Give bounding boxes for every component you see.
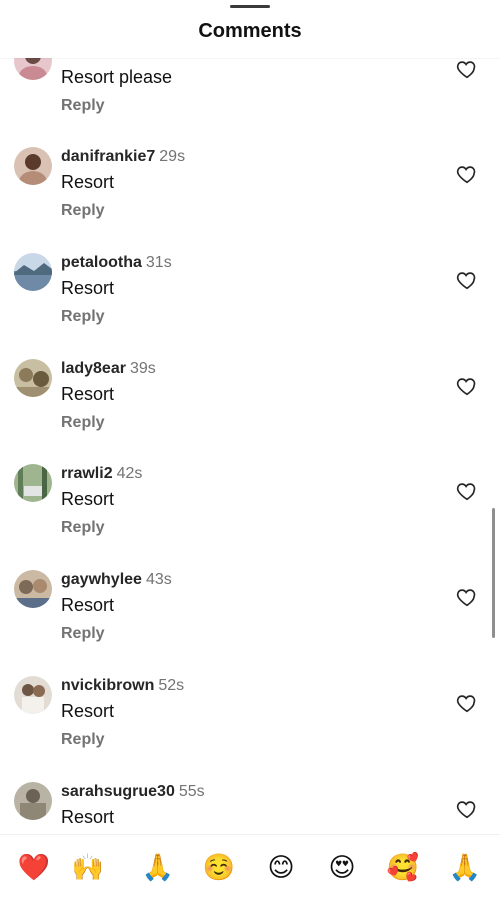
- smiling-face-with-smiling-eyes-icon[interactable]: 😊: [264, 851, 298, 885]
- comment-meta: petalootha 31s: [61, 254, 172, 272]
- comments-sheet: Resort please Reply danifrankie7 29s Reso…: [0, 0, 500, 900]
- comment-meta: gaywhylee 43s: [61, 571, 172, 589]
- heart-icon[interactable]: [456, 692, 478, 714]
- reply-button[interactable]: Reply: [61, 625, 105, 643]
- emoji-quick-reply-bar: ❤️ 🙌 🙏 ☺️ 😊 😍 🥰 🙏: [0, 834, 500, 900]
- reply-button[interactable]: Reply: [61, 519, 105, 537]
- comment-meta: sarahsugrue30 55s: [61, 783, 205, 801]
- comment-text: Resort: [61, 595, 115, 615]
- username[interactable]: sarahsugrue30: [61, 783, 175, 800]
- comment-meta: rrawli2 42s: [61, 465, 142, 483]
- heart-icon[interactable]: [456, 480, 478, 502]
- timestamp: 39s: [129, 360, 156, 377]
- comment-item: danifrankie7 29s Resort Reply: [0, 130, 500, 230]
- heart-icon[interactable]: [456, 798, 478, 820]
- avatar[interactable]: [14, 464, 52, 502]
- comment-item: gaywhylee 43s Resort Reply: [0, 553, 500, 653]
- avatar[interactable]: [14, 570, 52, 608]
- reply-button[interactable]: Reply: [61, 731, 105, 749]
- comment-meta: lady8ear 39s: [61, 360, 156, 378]
- heart-icon[interactable]: [456, 269, 478, 291]
- username[interactable]: rrawli2: [61, 465, 113, 482]
- comment-text: Resort: [61, 172, 115, 192]
- username[interactable]: petalootha: [61, 254, 142, 271]
- scrollbar[interactable]: [492, 508, 495, 638]
- comment-text: Resort: [61, 807, 115, 827]
- heart-eyes-icon[interactable]: 😍: [325, 851, 359, 885]
- comment-text: Resort: [61, 701, 115, 721]
- folded-hands-icon[interactable]: 🙏: [141, 851, 175, 885]
- avatar[interactable]: [14, 782, 52, 820]
- reply-button[interactable]: Reply: [61, 414, 105, 432]
- reply-button[interactable]: Reply: [61, 308, 105, 326]
- raising-hands-icon[interactable]: 🙌: [71, 851, 105, 885]
- avatar[interactable]: [14, 676, 52, 714]
- timestamp: 31s: [145, 254, 172, 271]
- heart-icon[interactable]: [456, 163, 478, 185]
- timestamp: 43s: [145, 571, 172, 588]
- comment-item: nvickibrown 52s Resort Reply: [0, 659, 500, 759]
- comment-text: Resort: [61, 384, 115, 404]
- comment-text: Resort: [61, 278, 115, 298]
- drag-handle[interactable]: [230, 5, 270, 8]
- comment-meta: danifrankie7 29s: [61, 148, 185, 166]
- timestamp: 29s: [159, 148, 186, 165]
- red-heart-icon[interactable]: ❤️: [17, 851, 51, 885]
- username[interactable]: lady8ear: [61, 360, 126, 377]
- reply-button[interactable]: Reply: [61, 202, 105, 220]
- heart-icon[interactable]: [456, 375, 478, 397]
- username[interactable]: nvickibrown: [61, 677, 154, 694]
- smiling-face-with-hearts-icon[interactable]: 🥰: [386, 851, 420, 885]
- heart-icon[interactable]: [456, 58, 478, 80]
- comment-text: Resort: [61, 489, 115, 509]
- timestamp: 52s: [158, 677, 185, 694]
- comment-item: rrawli2 42s Resort Reply: [0, 447, 500, 547]
- reply-button[interactable]: Reply: [61, 97, 105, 115]
- sheet-header: Comments: [0, 0, 500, 58]
- comment-list[interactable]: Resort please Reply danifrankie7 29s Reso…: [0, 0, 500, 832]
- smiling-face-icon[interactable]: ☺️: [202, 851, 236, 885]
- username[interactable]: gaywhylee: [61, 571, 142, 588]
- timestamp: 55s: [178, 783, 205, 800]
- avatar[interactable]: [14, 147, 52, 185]
- avatar[interactable]: [14, 253, 52, 291]
- username[interactable]: danifrankie7: [61, 148, 155, 165]
- avatar[interactable]: [14, 359, 52, 397]
- comment-item: sarahsugrue30 55s Resort: [0, 765, 500, 832]
- comment-meta: nvickibrown 52s: [61, 677, 184, 695]
- timestamp: 42s: [116, 465, 143, 482]
- page-title: Comments: [198, 20, 302, 42]
- comment-text: Resort please: [61, 67, 173, 87]
- comment-item: lady8ear 39s Resort Reply: [0, 342, 500, 442]
- comment-item: petalootha 31s Resort Reply: [0, 236, 500, 336]
- folded-hands-icon[interactable]: 🙏: [448, 851, 482, 885]
- heart-icon[interactable]: [456, 586, 478, 608]
